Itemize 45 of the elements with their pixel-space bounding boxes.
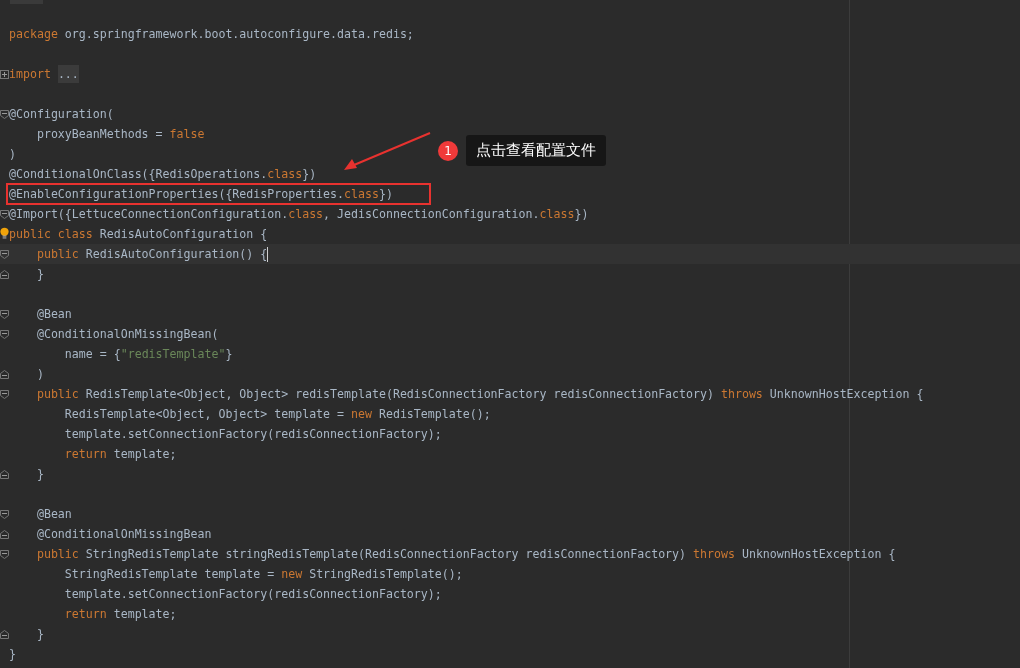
collapse-fold-icon[interactable] xyxy=(0,629,9,639)
code-line: @Import({LettuceConnectionConfiguration.class, JedisConnectionConfiguration.class}) xyxy=(9,206,589,223)
collapse-fold-icon[interactable] xyxy=(0,329,9,339)
code-line: } xyxy=(35,266,44,283)
code-line: @Bean xyxy=(35,306,72,323)
collapse-fold-icon[interactable] xyxy=(0,529,9,539)
collapse-fold-icon[interactable] xyxy=(0,269,9,279)
collapse-fold-icon[interactable] xyxy=(0,109,9,119)
code-line: ) xyxy=(35,366,44,383)
code-line: template.setConnectionFactory(redisConnectionFactory); xyxy=(63,586,442,603)
code-line: return template; xyxy=(63,446,177,463)
code-line: ) xyxy=(9,146,16,163)
code-line: StringRedisTemplate template = new StringRedisTemplate(); xyxy=(63,566,463,583)
code-line: } xyxy=(35,466,44,483)
code-line: @Configuration( xyxy=(9,106,114,123)
code-line: public RedisTemplate<Object, Object> redisTemplate(RedisConnectionFactory redisConnectionFactory) throws UnknownHostException { xyxy=(35,386,924,403)
code-line: return template; xyxy=(63,606,177,623)
collapse-fold-icon[interactable] xyxy=(0,509,9,519)
collapse-fold-icon[interactable] xyxy=(0,549,9,559)
collapse-fold-icon[interactable] xyxy=(0,369,9,379)
code-line: public StringRedisTemplate stringRedisTemplate(RedisConnectionFactory redisConnectionFactory) throws UnknownHostException { xyxy=(35,546,896,563)
code-line: } xyxy=(35,626,44,643)
code-line: proxyBeanMethods = false xyxy=(35,126,205,143)
collapse-fold-icon[interactable] xyxy=(0,209,9,219)
code-line: package org.springframework.boot.autoconfigure.data.redis; xyxy=(9,26,414,43)
collapse-fold-icon[interactable] xyxy=(0,389,9,399)
tooltip: 点击查看配置文件 xyxy=(466,135,606,166)
lightbulb-icon[interactable] xyxy=(0,227,9,241)
code-line: public class RedisAutoConfiguration { xyxy=(9,226,268,243)
code-line: @Bean xyxy=(35,506,72,523)
code-line: name = {"redisTemplate"} xyxy=(63,346,233,363)
code-line: } xyxy=(9,646,16,663)
code-line: public RedisAutoConfiguration() { xyxy=(35,245,269,263)
code-line: RedisTemplate<Object, Object> template = new RedisTemplate(); xyxy=(63,406,491,423)
collapse-fold-icon[interactable] xyxy=(0,249,9,259)
code-line: @EnableConfigurationProperties({RedisProperties.class}) xyxy=(8,185,429,203)
code-line: template.setConnectionFactory(redisConnectionFactory); xyxy=(63,426,442,443)
expand-fold-icon[interactable] xyxy=(0,69,9,79)
code-line: @ConditionalOnClass({RedisOperations.class}) xyxy=(9,166,317,183)
collapse-fold-icon[interactable] xyxy=(0,309,9,319)
code-line: @ConditionalOnMissingBean xyxy=(35,526,212,543)
code-line: @ConditionalOnMissingBean( xyxy=(35,326,219,343)
code-line: import ... xyxy=(9,65,79,83)
collapse-fold-icon[interactable] xyxy=(0,469,9,479)
step-number-badge: 1 xyxy=(438,140,458,161)
